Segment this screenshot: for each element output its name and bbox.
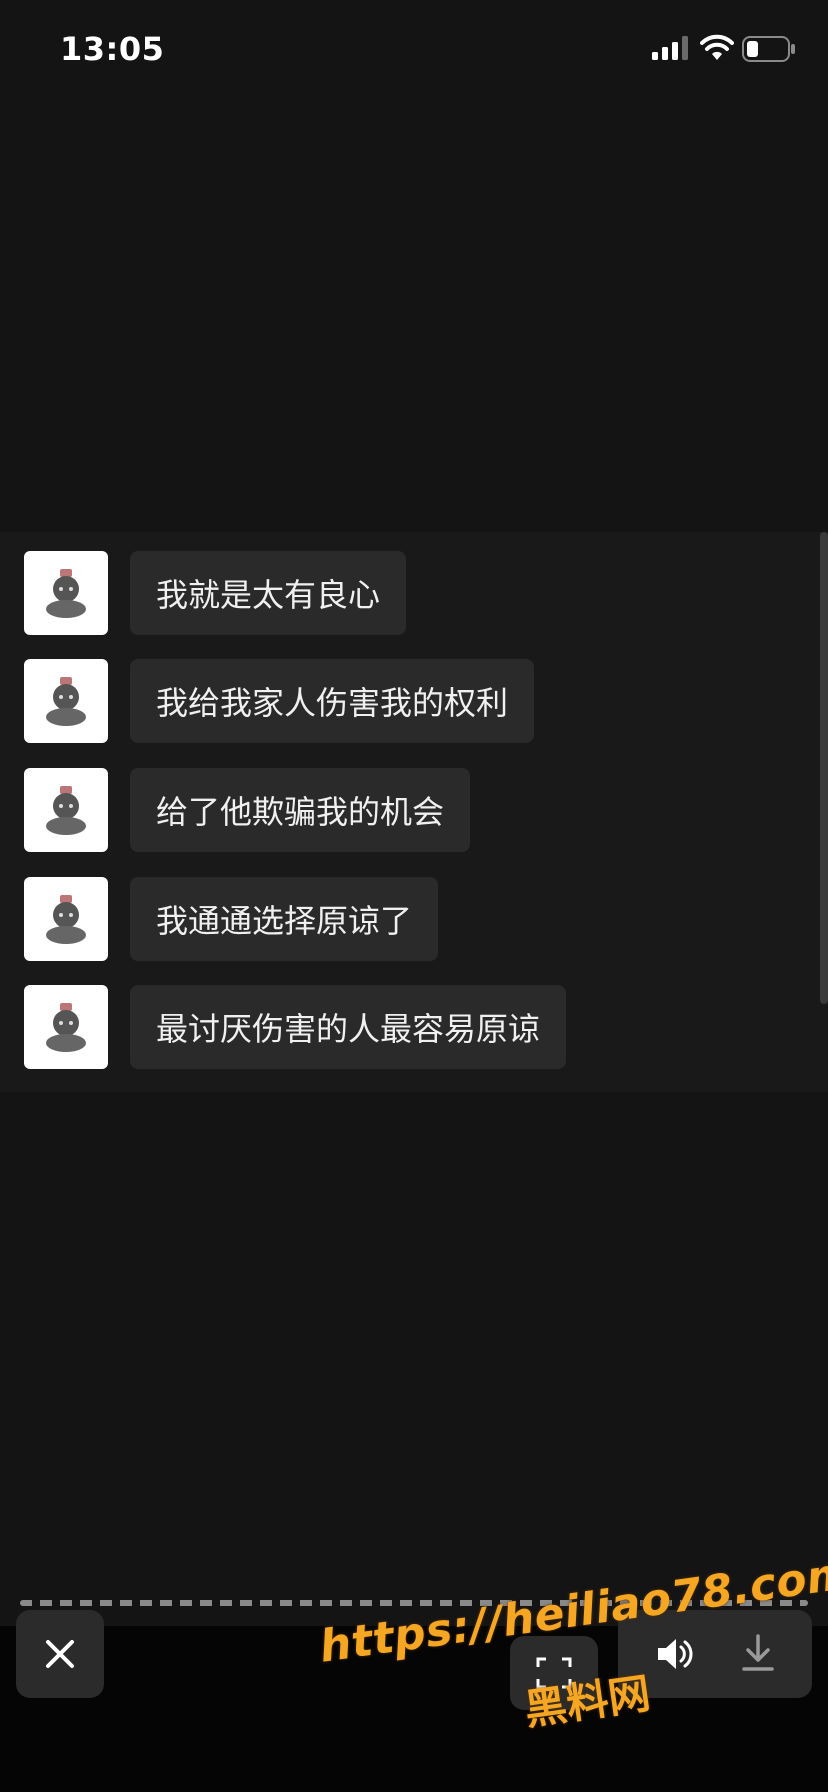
- message-bubble[interactable]: 我通通选择原谅了: [130, 877, 439, 961]
- status-bar: 13:05: [0, 0, 828, 100]
- scan-icon: [536, 1657, 572, 1689]
- avatar-icon: [46, 895, 86, 944]
- message-bubble[interactable]: 我就是太有良心: [130, 551, 407, 635]
- message-row: 最讨厌伤害的人最容易原谅: [24, 985, 567, 1069]
- avatar-icon: [46, 786, 86, 835]
- avatar[interactable]: [24, 768, 108, 852]
- message-bubble[interactable]: 最讨厌伤害的人最容易原谅: [130, 985, 567, 1069]
- scan-button[interactable]: [510, 1636, 598, 1710]
- progress-indicator[interactable]: [20, 1600, 808, 1606]
- speaker-icon[interactable]: [654, 1634, 694, 1674]
- wifi-icon: [700, 34, 734, 60]
- avatar[interactable]: [24, 551, 108, 635]
- avatar-icon: [46, 1003, 86, 1052]
- signal-icon: [652, 36, 688, 60]
- avatar-icon: [46, 569, 86, 618]
- scroll-thumb[interactable]: [820, 532, 828, 1004]
- close-icon: [46, 1640, 74, 1668]
- avatar[interactable]: [24, 659, 108, 743]
- message-row: 我通通选择原谅了: [24, 877, 439, 961]
- status-time: 13:05: [60, 30, 165, 68]
- message-row: 我给我家人伤害我的权利: [24, 659, 535, 743]
- avatar-icon: [46, 677, 86, 726]
- message-row: 我就是太有良心: [24, 551, 407, 635]
- avatar[interactable]: [24, 877, 108, 961]
- message-bubble[interactable]: 给了他欺骗我的机会: [130, 768, 471, 852]
- message-row: 给了他欺骗我的机会: [24, 768, 471, 852]
- message-bubble[interactable]: 我给我家人伤害我的权利: [130, 659, 535, 743]
- action-group: [618, 1610, 812, 1698]
- close-button[interactable]: [16, 1610, 104, 1698]
- avatar[interactable]: [24, 985, 108, 1069]
- battery-icon: [742, 36, 795, 62]
- download-icon[interactable]: [738, 1632, 778, 1674]
